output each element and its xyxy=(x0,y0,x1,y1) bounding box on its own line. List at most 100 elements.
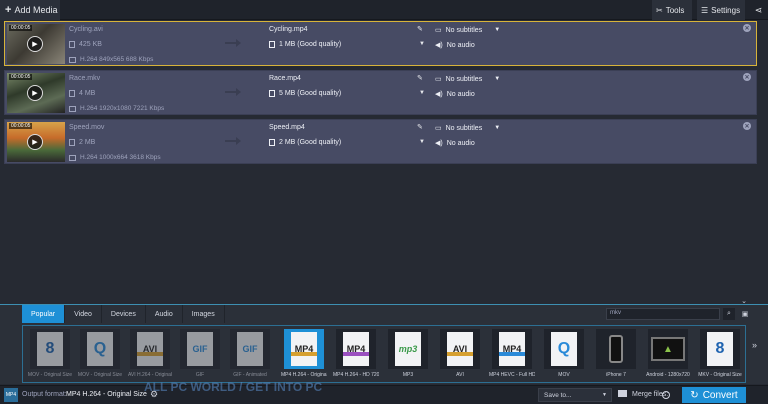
audio-select[interactable]: ◀) No audio xyxy=(435,41,475,50)
output-size-select[interactable]: 2 MB (Good quality) xyxy=(269,139,341,146)
remove-file-icon[interactable]: ✕ xyxy=(743,122,751,130)
output-format-value[interactable]: MP4 H.264 - Original Size xyxy=(66,391,147,398)
audio-value: No audio xyxy=(446,90,475,98)
format-icon-box: MP4 xyxy=(492,329,532,369)
tab-images[interactable]: Images xyxy=(183,305,225,323)
tab-audio[interactable]: Audio xyxy=(146,305,183,323)
format-preset[interactable]: GIF GIF - Animated xyxy=(227,328,273,382)
output-size-select[interactable]: 5 MB (Good quality) xyxy=(269,90,341,97)
format-icon-box: MP4 xyxy=(336,329,376,369)
duration-label: 00:00:05 xyxy=(9,74,33,80)
video-thumbnail[interactable]: 00:00:05 ▶ xyxy=(7,24,65,64)
format-preset[interactable]: Q MOV xyxy=(541,328,587,382)
format-search-input[interactable]: mkv xyxy=(606,308,720,320)
speech-bubble-icon: ▭ xyxy=(435,125,442,132)
tools-button[interactable]: ✂ Tools xyxy=(652,0,692,20)
format-preset-label: GIF xyxy=(195,372,205,378)
format-preset[interactable]: GIF GIF xyxy=(177,328,223,382)
merge-files-toggle[interactable] xyxy=(662,391,670,399)
source-file-name: Cycling.avi xyxy=(69,26,103,33)
subtitles-select[interactable]: ▭ No subtitles ▼ xyxy=(435,26,501,35)
file-row[interactable]: 00:00:05 ▶ Cycling.avi 425 KB H.264 849x… xyxy=(4,21,757,66)
mp4-file-icon: MP4 xyxy=(291,332,317,366)
watermark-text: ALL PC WORLD / GET INTO PC xyxy=(144,380,323,394)
output-file-name: Race.mp4 xyxy=(269,75,301,82)
source-file-meta: H.264 1920x1080 7221 Kbps xyxy=(69,105,164,112)
format-preset[interactable]: MP4 MP4 H.264 - HD 720p xyxy=(333,328,379,382)
format-badge: GIF xyxy=(242,344,258,354)
format-preset[interactable]: 8 MOV - Original Size xyxy=(27,328,73,382)
settings-button[interactable]: ☰ Settings xyxy=(697,0,745,20)
format-icon-box: GIF xyxy=(230,329,270,369)
iphone-icon xyxy=(609,335,623,363)
format-preset[interactable]: AVI AVI H.264 - Original xyxy=(127,328,173,382)
folder-icon[interactable] xyxy=(618,390,627,397)
video-thumbnail[interactable]: 00:00:05 ▶ xyxy=(7,73,65,113)
format-preset[interactable]: iPhone 7 xyxy=(593,328,639,382)
film-icon xyxy=(69,105,76,112)
file-row[interactable]: 00:00:05 ▶ Speed.mov 2 MB H.264 1000x664… xyxy=(4,119,757,164)
convert-button[interactable]: ↻ Convert xyxy=(682,387,746,403)
mp3-file-icon: mp3 xyxy=(395,332,421,366)
subtitles-select[interactable]: ▭ No subtitles ▼ xyxy=(435,124,501,133)
file-icon xyxy=(269,90,275,97)
format-tabs: Popular Video Devices Audio Images xyxy=(22,305,225,323)
share-icon: ⋖ xyxy=(754,4,763,15)
remove-file-icon[interactable]: ✕ xyxy=(743,73,751,81)
format-icon-box: mp3 xyxy=(388,329,428,369)
chevron-down-icon[interactable]: ▼ xyxy=(419,90,425,96)
format-icon-box: Q xyxy=(544,329,584,369)
detect-device-icon[interactable]: ▣ xyxy=(739,308,751,320)
bottom-bar: MP4 Output format: MP4 H.264 - Original … xyxy=(0,385,768,404)
format-preset-selected[interactable]: MP4 MP4 H.264 - Original ... xyxy=(281,328,327,382)
chevron-down-icon: ▼ xyxy=(494,125,501,131)
speaker-icon: ◀) xyxy=(435,42,443,49)
play-icon[interactable]: ▶ xyxy=(27,36,43,52)
chevron-down-icon[interactable]: ▼ xyxy=(419,41,425,47)
search-icon[interactable]: ⌕ xyxy=(723,308,735,320)
format-preset[interactable]: mp3 MP3 xyxy=(385,328,431,382)
file-row[interactable]: 00:00:05 ▶ Race.mkv 4 MB H.264 1920x1080… xyxy=(4,70,757,115)
scroll-right-chevron-icon[interactable]: » xyxy=(752,340,757,350)
share-button[interactable]: ⋖ xyxy=(749,0,768,20)
format-preset[interactable]: ▲ Android - 1280x720 xyxy=(645,328,691,382)
audio-value: No audio xyxy=(446,139,475,147)
source-meta-value: H.264 1920x1080 7221 Kbps xyxy=(80,105,165,112)
rename-pencil-icon[interactable]: ✎ xyxy=(417,74,423,82)
format-preset-label: MOV xyxy=(558,372,570,378)
audio-select[interactable]: ◀) No audio xyxy=(435,139,475,148)
play-icon[interactable]: ▶ xyxy=(27,85,43,101)
avi-file-icon: AVI xyxy=(447,332,473,366)
source-size-value: 4 MB xyxy=(79,90,96,97)
settings-label: Settings xyxy=(711,5,741,15)
remove-file-icon[interactable]: ✕ xyxy=(743,24,751,32)
format-icon-box: AVI xyxy=(440,329,480,369)
convert-arrow-icon xyxy=(225,39,241,47)
format-preset[interactable]: Q MOV - Original Size xyxy=(77,328,123,382)
source-file-size: 4 MB xyxy=(69,90,95,97)
tab-devices[interactable]: Devices xyxy=(102,305,146,323)
play-icon[interactable]: ▶ xyxy=(27,134,43,150)
video-thumbnail[interactable]: 00:00:05 ▶ xyxy=(7,122,65,162)
settings-sliders-icon: ☰ xyxy=(701,5,709,15)
save-to-select[interactable]: Save to... ▼ xyxy=(538,388,612,402)
tab-video[interactable]: Video xyxy=(65,305,102,323)
format-preset[interactable]: AVI AVI xyxy=(437,328,483,382)
format-preset-label: Android - 1280x720 xyxy=(646,372,690,378)
rename-pencil-icon[interactable]: ✎ xyxy=(417,25,423,33)
output-size-select[interactable]: 1 MB (Good quality) xyxy=(269,41,341,48)
tab-popular[interactable]: Popular xyxy=(22,305,66,323)
mp4-hevc-file-icon: MP4 xyxy=(499,332,525,366)
quicktime-file-icon: Q xyxy=(87,332,113,366)
subtitles-select[interactable]: ▭ No subtitles ▼ xyxy=(435,75,500,84)
chevron-down-icon: ▼ xyxy=(494,27,501,33)
mp4-file-icon: MP4 xyxy=(343,332,369,366)
chevron-down-icon[interactable]: ▼ xyxy=(419,139,425,145)
file-icon xyxy=(269,139,275,146)
rename-pencil-icon[interactable]: ✎ xyxy=(417,123,423,131)
audio-select[interactable]: ◀) No audio xyxy=(435,90,475,99)
format-preset[interactable]: 8 MKV - Original Size xyxy=(697,328,743,382)
add-media-button[interactable]: + Add Media xyxy=(0,0,60,20)
format-preset-label: MOV - Original Size xyxy=(77,372,123,378)
format-preset[interactable]: MP4 MP4 HEVC - Full HD 1... xyxy=(489,328,535,382)
